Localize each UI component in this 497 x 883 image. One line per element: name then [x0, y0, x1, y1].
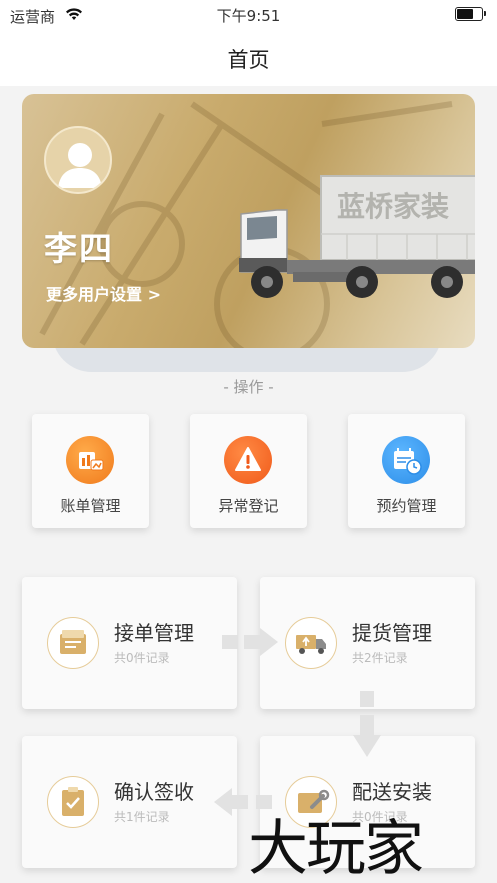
user-banner: 李四 更多用户设置 > 蓝桥家装	[22, 94, 475, 348]
watermark-text: 大玩家	[248, 814, 424, 883]
pickup-management-count: 共2件记录	[352, 651, 408, 665]
exception-registration-card[interactable]: 异常登记	[190, 414, 307, 528]
order-management-title: 接单管理	[114, 621, 194, 645]
bill-management-card[interactable]: 账单管理	[32, 414, 149, 528]
bill-management-label: 账单管理	[60, 497, 121, 515]
appointment-management-card[interactable]: 预约管理	[348, 414, 465, 528]
warning-icon	[224, 436, 272, 484]
confirm-receipt-card[interactable]: 确认签收 共1件记录	[22, 736, 237, 868]
more-user-settings-link[interactable]: 更多用户设置 >	[46, 281, 161, 305]
bill-chart-icon	[66, 436, 114, 484]
user-name: 李四	[44, 229, 114, 268]
truck-text: 蓝桥家装	[337, 190, 449, 223]
arrow-right-icon	[222, 628, 278, 656]
pickup-management-card[interactable]: 提货管理 共2件记录	[260, 577, 475, 709]
clipboard-check-icon	[47, 776, 99, 828]
operations-section-label: - 操作 -	[223, 378, 274, 396]
battery-icon	[455, 7, 486, 21]
exception-registration-label: 异常登记	[218, 497, 279, 515]
page-title: 首页	[227, 48, 270, 72]
clock: 下午9:51	[216, 7, 281, 25]
navigation-bar: 首页	[0, 30, 497, 86]
order-management-count: 共0件记录	[114, 651, 170, 665]
pickup-truck-icon	[285, 617, 337, 669]
confirm-receipt-count: 共1件记录	[114, 810, 170, 824]
order-box-icon	[47, 617, 99, 669]
truck-illustration: 蓝桥家装	[239, 175, 475, 298]
order-management-card[interactable]: 接单管理 共0件记录	[22, 577, 237, 709]
confirm-receipt-title: 确认签收	[114, 780, 194, 804]
status-bar: 运营商 下午9:51	[0, 0, 497, 30]
arrow-down-icon	[353, 691, 381, 757]
calendar-clock-icon	[382, 436, 430, 484]
appointment-management-label: 预约管理	[376, 497, 437, 515]
pickup-management-title: 提货管理	[352, 621, 432, 645]
user-avatar[interactable]	[44, 126, 112, 194]
